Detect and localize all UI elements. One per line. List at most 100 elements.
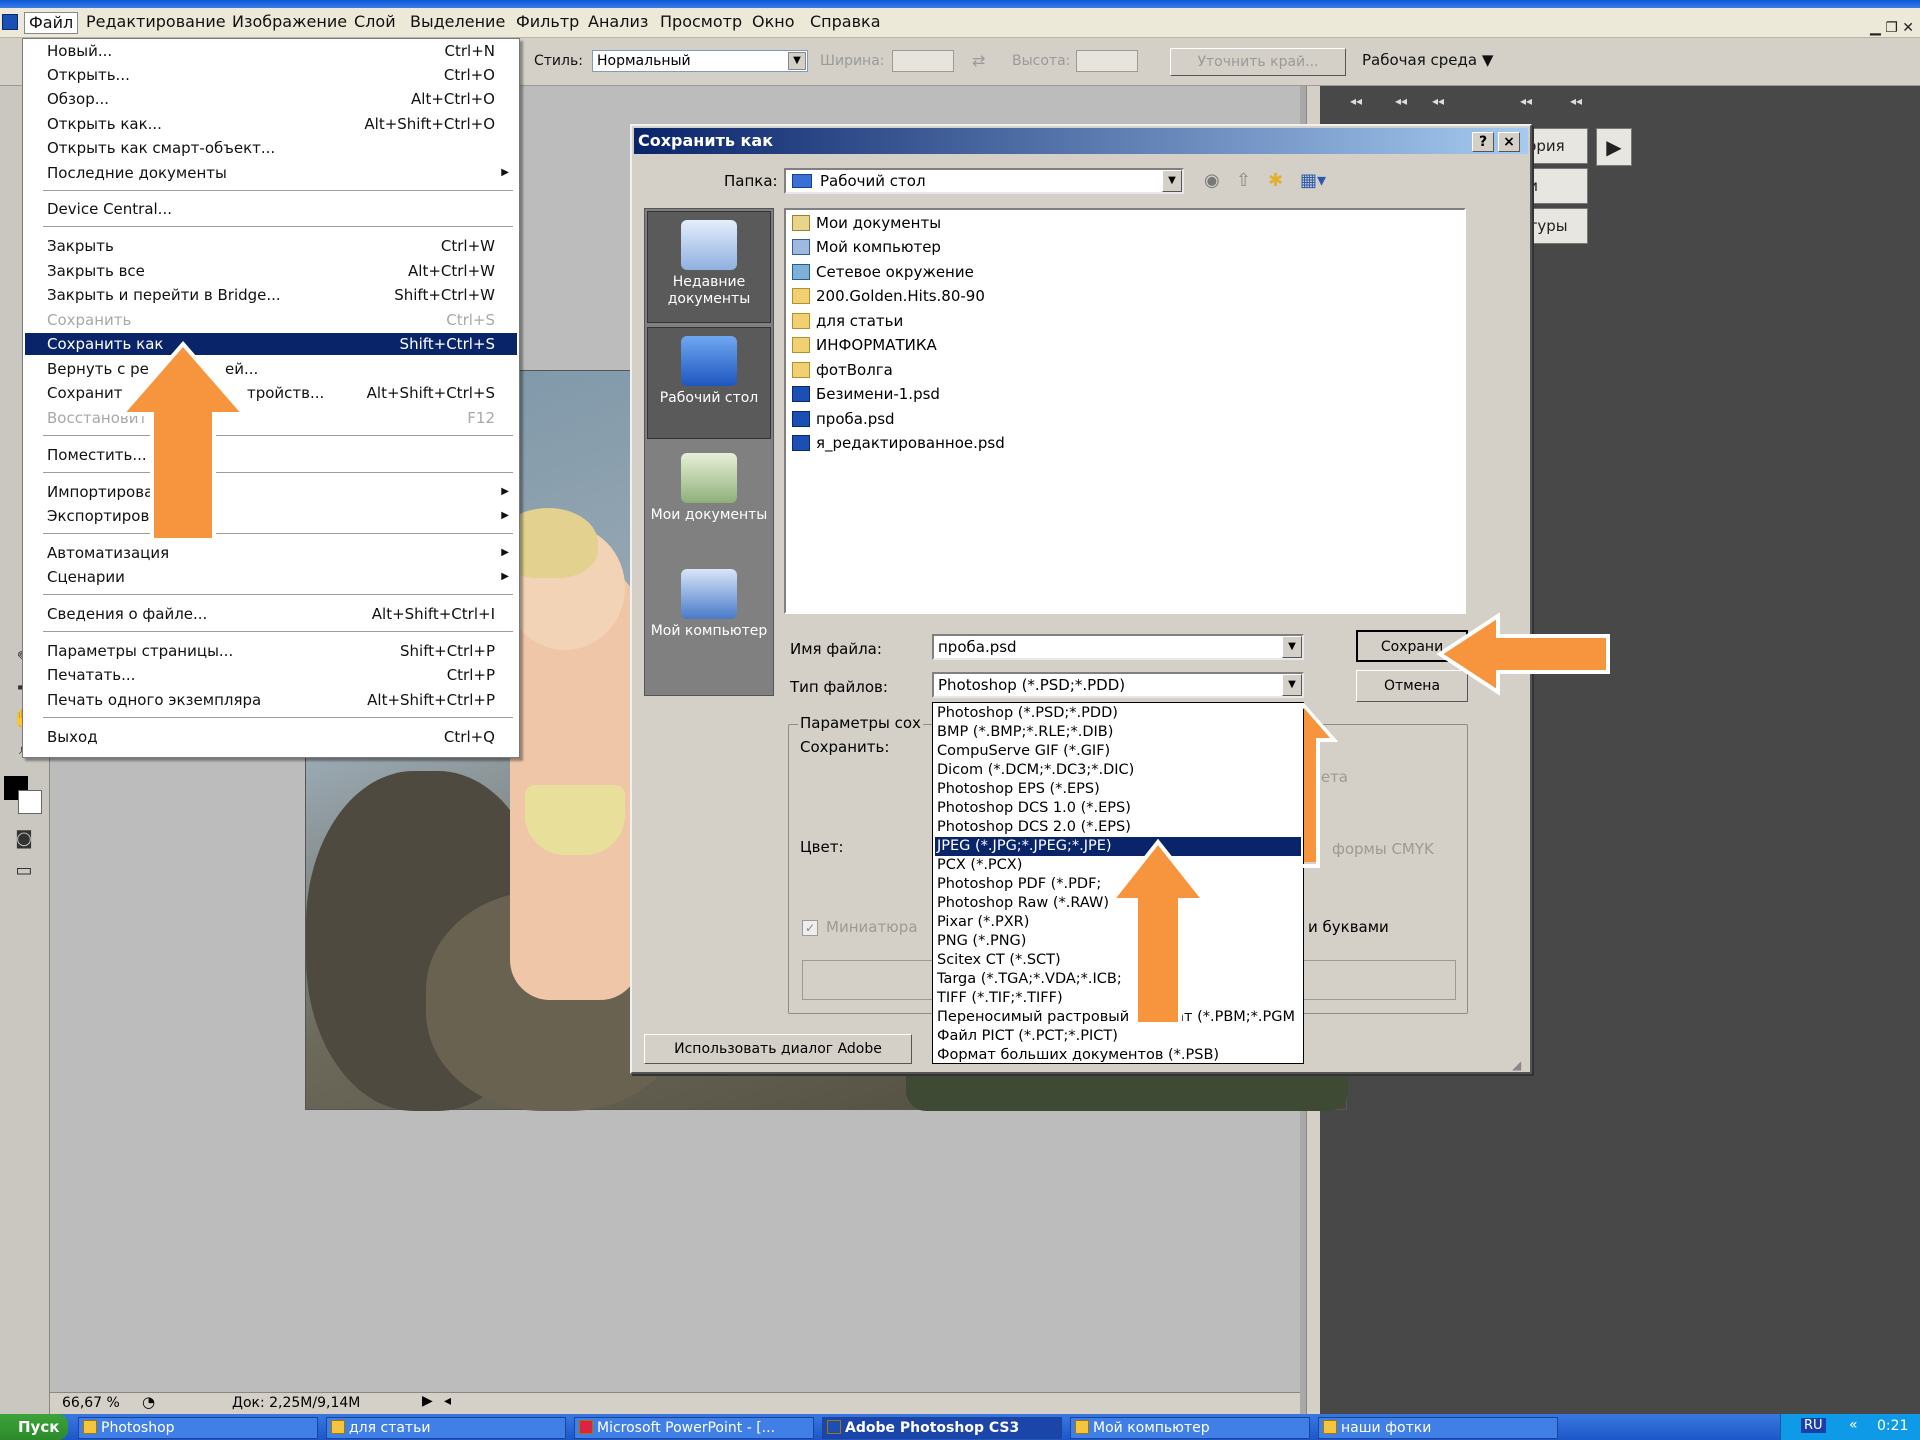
menu-item-open-smart-object[interactable]: Открыть как смарт-объект... xyxy=(25,137,517,159)
menu-item-recent[interactable]: Последние документы ▶ xyxy=(25,162,517,184)
task-adobe-photoshop[interactable]: Adobe Photoshop CS3 xyxy=(822,1417,1062,1439)
menu-item-device-central[interactable]: Device Central... xyxy=(25,198,517,220)
menu-item-close-go-bridge[interactable]: Закрыть и перейти в Bridge... Shift+Ctrl+… xyxy=(25,284,517,306)
filetype-option[interactable]: BMP (*.BMP;*.RLE;*.DIB) xyxy=(935,723,1301,742)
menu-item-automate[interactable]: Автоматизация ▶ xyxy=(25,542,517,564)
scroll-left-icon[interactable]: ◂ xyxy=(444,1393,451,1409)
list-item[interactable]: 200.Golden.Hits.80-90 xyxy=(792,285,985,307)
task-our-photos[interactable]: наши фотки xyxy=(1318,1417,1558,1439)
width-field[interactable] xyxy=(892,50,954,72)
menu-image[interactable]: Изображение xyxy=(228,12,351,32)
menu-select[interactable]: Выделение xyxy=(406,12,509,32)
refine-edge-button[interactable]: Уточнить край... xyxy=(1170,48,1346,76)
collapse-icon[interactable]: ◂◂ xyxy=(1570,94,1582,108)
menu-item-scripts[interactable]: Сценарии ▶ xyxy=(25,566,517,588)
thumbnail-checkbox[interactable]: ✓ xyxy=(802,920,818,936)
task-powerpoint[interactable]: Microsoft PowerPoint - [... xyxy=(574,1417,814,1439)
window-controls[interactable]: ▁ ❐ ✕ xyxy=(1870,20,1914,36)
filetype-option[interactable]: CompuServe GIF (*.GIF) xyxy=(935,742,1301,761)
folder-icon xyxy=(792,362,810,378)
up-folder-icon[interactable]: ⇧ xyxy=(1236,170,1251,191)
filetype-option[interactable]: Формат больших документов (*.PSB) xyxy=(935,1046,1301,1065)
start-button[interactable]: Пуск xyxy=(0,1414,68,1440)
task-my-computer[interactable]: Мой компьютер xyxy=(1070,1417,1310,1439)
menu-item-save-as[interactable]: Сохранить как Shift+Ctrl+S xyxy=(25,333,517,355)
menu-item-revert[interactable]: Вернуть с ре ей... xyxy=(25,358,517,380)
menu-item-browse[interactable]: Обзор... Alt+Ctrl+O xyxy=(25,88,517,110)
list-item[interactable]: ИНФОРМАТИКА xyxy=(792,334,937,356)
folder-select[interactable]: Рабочий стол ▼ xyxy=(784,168,1184,194)
menu-layer[interactable]: Слой xyxy=(350,12,400,32)
menu-item-export[interactable]: Экспортиров ▶ xyxy=(25,505,517,527)
filetype-option[interactable]: Photoshop (*.PSD;*.PDD) xyxy=(935,704,1301,723)
background-color-swatch[interactable] xyxy=(18,790,42,814)
list-item[interactable]: Мой компьютер xyxy=(792,236,941,258)
menu-item-new[interactable]: Новый... Ctrl+N xyxy=(25,40,517,62)
place-label: Недавние документы xyxy=(667,274,751,307)
view-menu-icon[interactable]: ▦▾ xyxy=(1300,170,1326,191)
workspace-menu[interactable]: Рабочая среда ▼ xyxy=(1362,51,1493,69)
play-icon[interactable]: ▶ xyxy=(1596,128,1632,166)
back-icon[interactable]: ◉ xyxy=(1204,170,1220,191)
filetype-option[interactable]: Photoshop DCS 2.0 (*.EPS) xyxy=(935,818,1301,837)
task-photoshop[interactable]: Photoshop xyxy=(78,1417,318,1439)
collapse-icon[interactable]: ◂◂ xyxy=(1520,94,1532,108)
screen-mode-icon[interactable]: ▭ xyxy=(8,858,40,884)
filetype-option[interactable]: Photoshop DCS 1.0 (*.EPS) xyxy=(935,799,1301,818)
menu-item-place[interactable]: Поместить... xyxy=(25,444,517,466)
list-item[interactable]: для статьи xyxy=(792,310,903,332)
filetype-option[interactable]: Photoshop EPS (*.EPS) xyxy=(935,780,1301,799)
place-my-documents[interactable]: Мои документы xyxy=(647,445,771,557)
menu-view[interactable]: Просмотр xyxy=(656,12,746,32)
menu-item-close-all[interactable]: Закрыть все Alt+Ctrl+W xyxy=(25,260,517,282)
menu-item-exit[interactable]: Выход Ctrl+Q xyxy=(25,726,517,748)
list-item[interactable]: Безимени-1.psd xyxy=(792,383,940,405)
filetype-option[interactable]: Dicom (*.DCM;*.DC3;*.DIC) xyxy=(935,761,1301,780)
tray-expand-icon[interactable]: « xyxy=(1849,1417,1858,1433)
menu-item-open-as[interactable]: Открыть как... Alt+Shift+Ctrl+O xyxy=(25,113,517,135)
menu-item-close[interactable]: Закрыть Ctrl+W xyxy=(25,235,517,257)
menu-analysis[interactable]: Анализ xyxy=(584,12,652,32)
place-desktop[interactable]: Рабочий стол xyxy=(647,327,771,439)
filetype-option[interactable]: Файл PICT (*.PCT;*.PICT) xyxy=(935,1027,1301,1046)
language-indicator[interactable]: RU xyxy=(1801,1418,1826,1433)
height-label: Высота: xyxy=(1012,53,1071,69)
menu-item-save-for-devices[interactable]: Сохранит тройств... Alt+Shift+Ctrl+S xyxy=(25,382,517,404)
list-item[interactable]: фотВолга xyxy=(792,359,893,381)
help-button[interactable]: ? xyxy=(1472,132,1494,152)
menu-item-print[interactable]: Печатать... Ctrl+P xyxy=(25,664,517,686)
filetype-select[interactable]: Photoshop (*.PSD;*.PDD) ▼ xyxy=(932,672,1304,698)
menu-item-import[interactable]: Импортирова ▶ xyxy=(25,481,517,503)
collapse-icon[interactable]: ◂◂ xyxy=(1395,94,1407,108)
menu-help[interactable]: Справка xyxy=(806,12,885,32)
style-select[interactable]: Нормальный ▼ xyxy=(592,50,808,72)
menu-file[interactable]: Файл xyxy=(24,12,79,34)
new-folder-icon[interactable]: ✱ xyxy=(1268,170,1283,191)
menu-item-restore: Восстановит F12 xyxy=(25,407,517,429)
list-item[interactable]: Мои документы xyxy=(792,212,941,234)
list-item[interactable]: Сетевое окружение xyxy=(792,261,974,283)
menu-item-page-setup[interactable]: Параметры страницы... Shift+Ctrl+P xyxy=(25,640,517,662)
swap-icon[interactable]: ⇄ xyxy=(972,51,985,70)
use-adobe-dialog-button[interactable]: Использовать диалог Adobe xyxy=(644,1034,912,1064)
list-item[interactable]: я_редактированное.psd xyxy=(792,432,1005,454)
resize-grip-icon[interactable]: ◢ xyxy=(1512,1058,1521,1072)
menu-window[interactable]: Окно xyxy=(748,12,799,32)
zoom-level[interactable]: 66,67 % xyxy=(62,1395,120,1411)
place-my-computer[interactable]: Мой компьютер xyxy=(647,561,771,673)
collapse-icon[interactable]: ◂◂ xyxy=(1432,94,1444,108)
menu-item-file-info[interactable]: Сведения о файле... Alt+Shift+Ctrl+I xyxy=(25,603,517,625)
menu-edit[interactable]: Редактирование xyxy=(82,12,230,32)
menu-item-print-one[interactable]: Печать одного экземпляра Alt+Shift+Ctrl+P xyxy=(25,689,517,711)
height-field[interactable] xyxy=(1076,50,1138,72)
filename-input[interactable]: проба.psd ▼ xyxy=(932,634,1304,660)
close-button[interactable]: × xyxy=(1498,132,1520,152)
quick-mask-icon[interactable]: ◙ xyxy=(8,826,40,852)
collapse-icon[interactable]: ◂◂ xyxy=(1350,94,1362,108)
list-item[interactable]: проба.psd xyxy=(792,408,895,430)
menu-filter[interactable]: Фильтр xyxy=(512,12,583,32)
task-for-article[interactable]: для статьи xyxy=(326,1417,566,1439)
menu-item-open[interactable]: Открыть... Ctrl+O xyxy=(25,64,517,86)
status-menu-arrow-icon[interactable]: ▶ xyxy=(422,1393,433,1409)
place-recent[interactable]: Недавние документы xyxy=(647,211,771,323)
